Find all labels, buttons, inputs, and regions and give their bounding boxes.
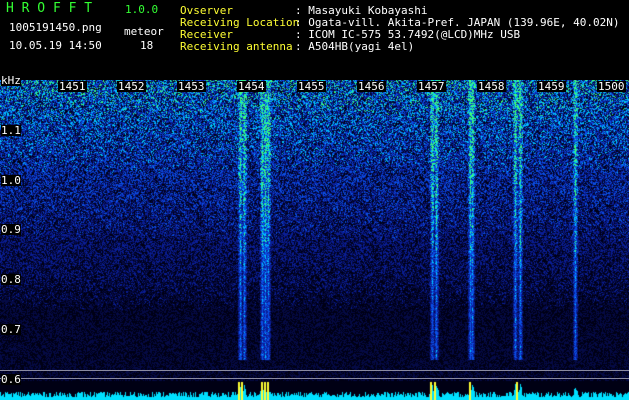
x-tick-label: 1456 xyxy=(357,80,386,93)
spectrogram: kHz 1.1 1.0 0.9 0.8 0.7 0.6 1451 1452 14… xyxy=(0,75,629,400)
y-tick-label: 1.1 xyxy=(1,124,21,137)
meteor-count-value: 18 xyxy=(140,39,154,52)
y-tick-label: 1.0 xyxy=(1,174,21,187)
x-tick-label: 1500 xyxy=(597,80,626,93)
spectrogram-canvas xyxy=(0,80,629,400)
x-tick-label: 1457 xyxy=(417,80,446,93)
y-tick-label: 0.7 xyxy=(1,323,21,336)
x-tick-label: 1454 xyxy=(237,80,266,93)
y-tick-label: 0.8 xyxy=(1,273,21,286)
app-title: H R O F F T xyxy=(6,1,93,16)
capture-datetime: 10.05.19 14:50 xyxy=(9,39,102,52)
y-tick-label: 0.9 xyxy=(1,223,21,236)
reference-line xyxy=(0,370,629,371)
app-version: 1.0.0 xyxy=(125,3,159,16)
antenna-label: Receiving antenna xyxy=(180,40,293,53)
x-tick-label: 1451 xyxy=(58,80,87,93)
image-filename: 1005191450.png xyxy=(9,21,102,34)
antenna-value: : A504HB(yagi 4el) xyxy=(295,40,415,53)
meteor-count-label: meteor xyxy=(124,25,164,38)
x-tick-label: 1455 xyxy=(297,80,326,93)
x-tick-label: 1452 xyxy=(117,80,146,93)
y-tick-label: 0.6 xyxy=(1,373,21,386)
x-tick-label: 1453 xyxy=(177,80,206,93)
x-tick-label: 1458 xyxy=(477,80,506,93)
reference-line xyxy=(0,378,629,379)
y-axis-unit: kHz xyxy=(1,74,21,87)
x-tick-label: 1459 xyxy=(537,80,566,93)
